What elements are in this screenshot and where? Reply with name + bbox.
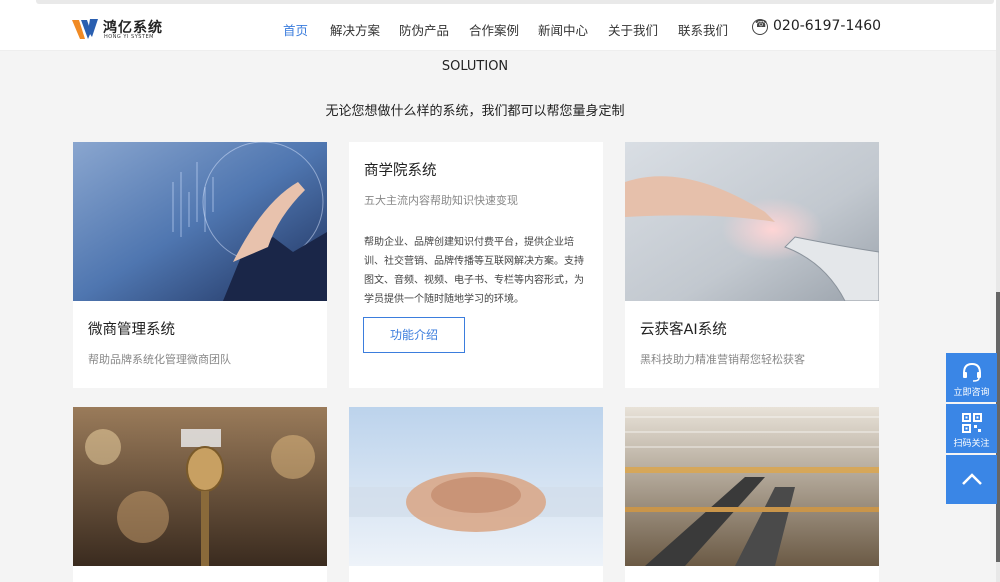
scrollbar-top[interactable] <box>36 0 994 4</box>
qr-follow-button[interactable]: 扫码关注 <box>946 404 997 453</box>
logo-mark-icon <box>72 19 98 39</box>
phone-number: 020-6197-1460 <box>773 18 882 34</box>
solution-card-wechat-business[interactable]: 微商管理系统 帮助品牌系统化管理微商团队 <box>73 142 327 388</box>
card-image-robot-hands <box>625 142 879 301</box>
solution-card-news[interactable] <box>73 407 327 582</box>
card-desc: 黑科技助力精准营销帮您轻松获客 <box>640 353 805 366</box>
card-title: 云获客AI系统 <box>640 322 727 338</box>
card-desc: 五大主流内容帮助知识快速变现 <box>364 194 518 207</box>
solution-card-business-school[interactable]: 商学院系统 五大主流内容帮助知识快速变现 帮助企业、品牌创建知识付费平台，提供企… <box>349 142 603 388</box>
qrcode-icon <box>962 413 982 433</box>
card-image-escalator <box>625 407 879 566</box>
feature-intro-button[interactable]: 功能介绍 <box>363 317 465 353</box>
card-title: 商学院系统 <box>364 163 437 179</box>
phone-icon <box>752 19 768 35</box>
card-body-text: 帮助企业、品牌创建知识付费平台，提供企业培训、社交营销、品牌传播等互联网解决方案… <box>364 237 584 305</box>
arrow-up-icon <box>962 473 982 485</box>
card-image-microphone <box>73 407 327 566</box>
nav-home[interactable]: 首页 <box>283 20 308 39</box>
nav-anticounterfeit[interactable]: 防伪产品 <box>399 20 449 39</box>
headset-icon <box>963 362 981 382</box>
site-header: 鸿亿系统 HONG YI SYSTEM 首页 解决方案 防伪产品 合作案例 新闻… <box>0 6 1000 51</box>
logo-subtitle: HONG YI SYSTEM <box>104 34 154 40</box>
qr-follow-label: 扫码关注 <box>953 439 990 449</box>
card-image-business-hand <box>73 142 327 301</box>
card-title: 微商管理系统 <box>88 322 175 338</box>
card-image-hands-stack <box>349 407 603 566</box>
nav-cases[interactable]: 合作案例 <box>469 20 519 39</box>
consult-label: 立即咨询 <box>953 388 990 398</box>
logo[interactable]: 鸿亿系统 HONG YI SYSTEM <box>72 15 172 43</box>
nav-contact[interactable]: 联系我们 <box>678 20 728 39</box>
solution-card-ai-acquisition[interactable]: 云获客AI系统 黑科技助力精准营销帮您轻松获客 <box>625 142 879 388</box>
nav-about[interactable]: 关于我们 <box>608 20 658 39</box>
consult-button[interactable]: 立即咨询 <box>946 353 997 402</box>
solution-card-mall[interactable] <box>625 407 879 582</box>
nav-news[interactable]: 新闻中心 <box>538 20 588 39</box>
solution-card-team[interactable] <box>349 407 603 582</box>
card-desc: 帮助品牌系统化管理微商团队 <box>88 353 231 366</box>
back-to-top-button[interactable] <box>946 455 997 504</box>
section-subtitle: 无论您想做什么样的系统，我们都可以帮您量身定制 <box>325 104 625 119</box>
section-title: SOLUTION <box>441 59 509 74</box>
nav-solutions[interactable]: 解决方案 <box>330 20 380 39</box>
